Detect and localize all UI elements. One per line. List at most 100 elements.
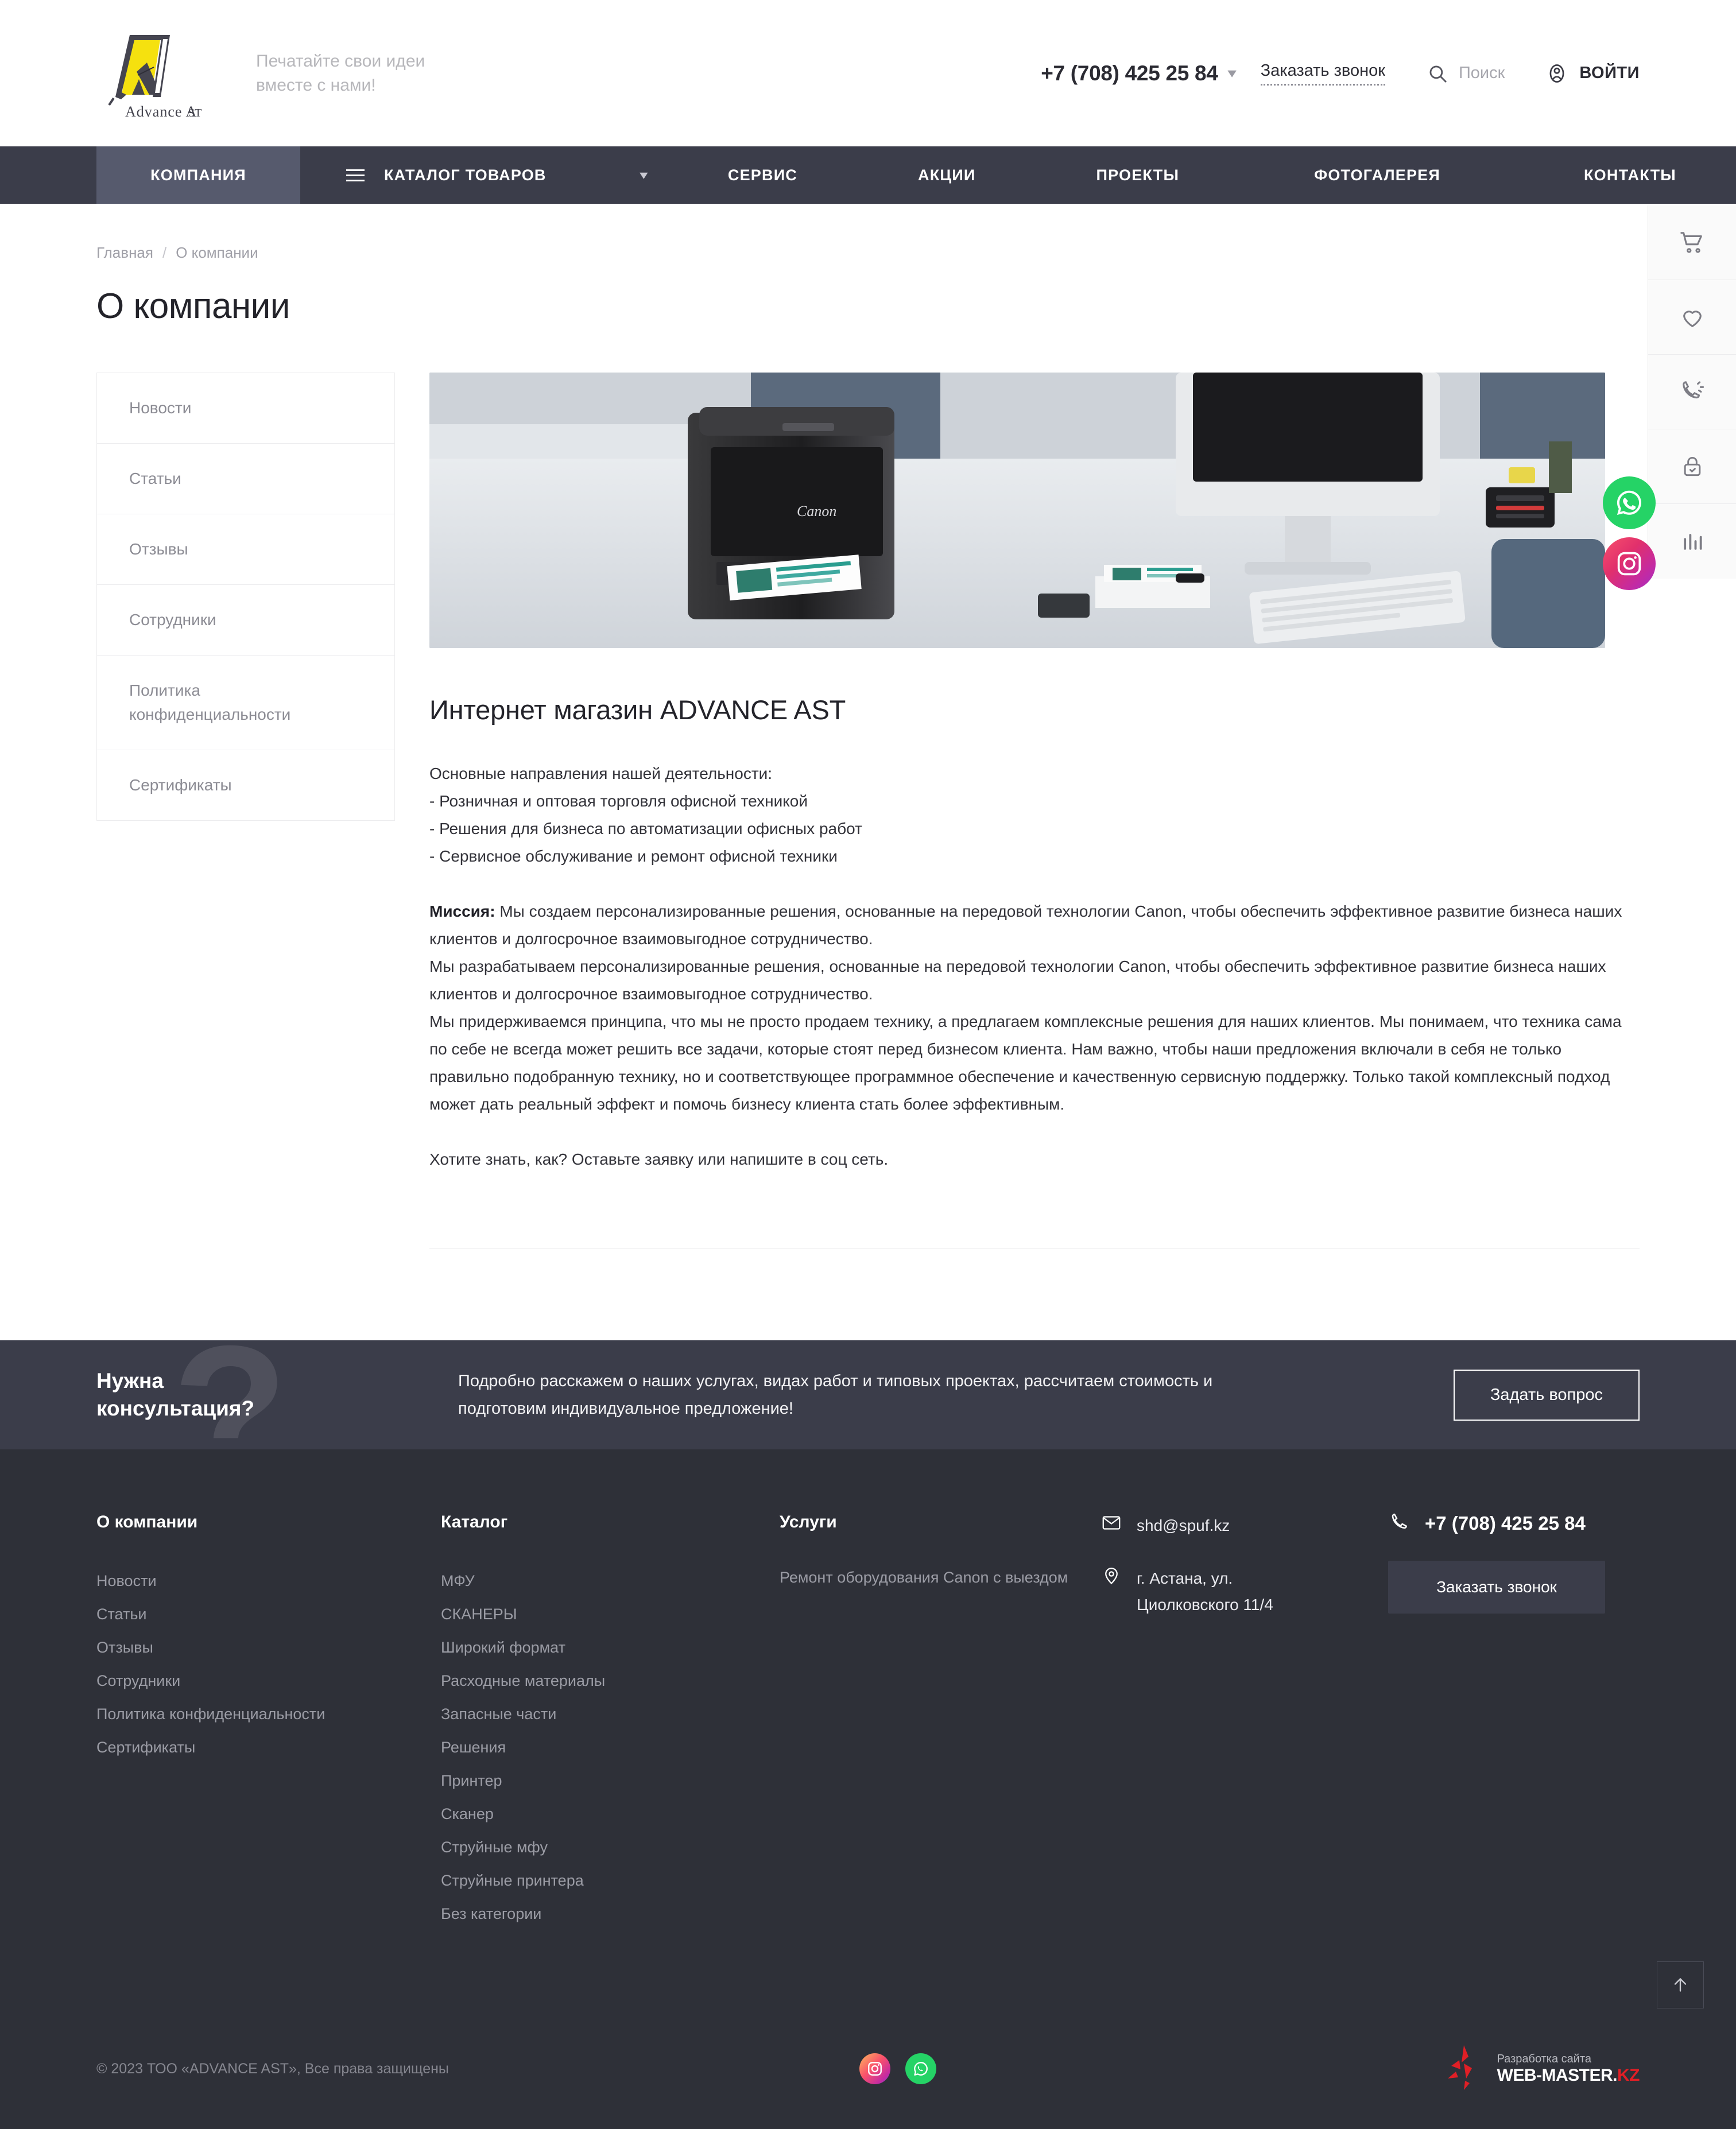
sidebar-item-certificates[interactable]: Сертификаты: [97, 750, 394, 821]
mail-icon: [1102, 1516, 1121, 1530]
search-button[interactable]: Поиск: [1428, 64, 1505, 83]
sidebar-item-articles[interactable]: Статьи: [97, 444, 394, 514]
phone-ring-icon: [1682, 381, 1704, 398]
copyright-text: © 2023 ТОО «ADVANCE AST», Все права защи…: [96, 2060, 449, 2077]
whatsapp-icon: [1617, 490, 1641, 515]
webmaster-subtitle: Разработка сайта: [1497, 2053, 1592, 2065]
compare-button[interactable]: [1648, 504, 1736, 579]
article-column: Canon Интернет магазин ADVANCE AST Основ…: [429, 373, 1640, 1248]
scroll-to-top-button[interactable]: [1657, 1961, 1704, 2008]
chevron-down-icon: ▾: [639, 168, 649, 182]
main-navigation: КОМПАНИЯ КАТАЛОГ ТОВАРОВ ▾ СЕРВИС АКЦИИ …: [0, 146, 1736, 204]
nav-item-company[interactable]: КОМПАНИЯ: [96, 146, 300, 204]
ask-question-button[interactable]: Задать вопрос: [1453, 1369, 1640, 1421]
webmaster-spark-icon: [1447, 2045, 1472, 2090]
footer-link-solutions[interactable]: Решения: [441, 1731, 780, 1764]
footer-link-scanner[interactable]: Сканер: [441, 1797, 780, 1831]
footer-callback-button[interactable]: Заказать звонок: [1388, 1561, 1605, 1614]
breadcrumb-home[interactable]: Главная: [96, 244, 153, 262]
instagram-float-button[interactable]: [1603, 537, 1656, 590]
webmaster-credit[interactable]: Разработка сайта WEB-MASTER.KZ: [1439, 2043, 1640, 2095]
instagram-icon: [867, 2062, 882, 2076]
cart-button[interactable]: [1648, 205, 1736, 280]
sidebar-item-employees[interactable]: Сотрудники: [97, 585, 394, 656]
side-toolbar: [1648, 205, 1736, 579]
webmaster-logo-text: WEB-MASTER.KZ: [1497, 2066, 1640, 2085]
footer-link-canon-repair[interactable]: Ремонт оборудования Canon с выездом: [780, 1569, 1068, 1586]
sidebar-item-privacy-policy[interactable]: Политика конфиденциальности: [97, 656, 394, 750]
search-label: Поиск: [1458, 64, 1505, 82]
footer-link-inkjet-printers[interactable]: Струйные принтера: [441, 1864, 780, 1897]
burger-menu-icon: [346, 166, 365, 185]
direction-item: - Решения для бизнеса по автоматизации о…: [429, 820, 862, 837]
nav-item-promotions[interactable]: АКЦИИ: [889, 146, 1005, 204]
footer-link-news[interactable]: Новости: [96, 1564, 441, 1597]
arrow-up-icon: [1674, 1978, 1687, 1992]
footer-link-inkjet-mfu[interactable]: Струйные мфу: [441, 1831, 780, 1864]
favorites-button[interactable]: [1648, 280, 1736, 355]
callback-button[interactable]: [1648, 355, 1736, 429]
footer-link-spare-parts[interactable]: Запасные части: [441, 1697, 780, 1731]
footer-columns: О компании Новости Статьи Отзывы Сотрудн…: [96, 1513, 1640, 1930]
footer-phone-row[interactable]: +7 (708) 425 25 84: [1388, 1513, 1640, 1534]
footer-column-phone: +7 (708) 425 25 84 Заказать звонок: [1388, 1513, 1640, 1930]
instagram-button[interactable]: [859, 2053, 890, 2084]
lock-check-icon: [1684, 456, 1700, 476]
footer-column-catalog: Каталог МФУ СКАНЕРЫ Широкий формат Расхо…: [441, 1513, 780, 1930]
site-footer: О компании Новости Статьи Отзывы Сотрудн…: [0, 1449, 1736, 2129]
footer-heading-catalog: Каталог: [441, 1513, 508, 1531]
footer-link-articles[interactable]: Статьи: [96, 1597, 441, 1631]
site-header: Advance A ST Печатайте свои идеи вместе …: [0, 0, 1736, 146]
nav-item-contacts[interactable]: КОНТАКТЫ: [1555, 146, 1705, 204]
svg-text:ST: ST: [188, 107, 202, 119]
footer-link-employees[interactable]: Сотрудники: [96, 1664, 441, 1697]
mission-text: Мы создаем персонализированные решения, …: [429, 902, 1622, 948]
whatsapp-button[interactable]: [905, 2053, 936, 2084]
logo[interactable]: Advance A ST: [96, 25, 211, 122]
footer-link-uncategorized[interactable]: Без категории: [441, 1897, 780, 1930]
user-icon: [1549, 64, 1564, 83]
footer-link-mfu[interactable]: МФУ: [441, 1564, 780, 1597]
bar-chart-icon: [1683, 534, 1702, 550]
content-wrapper: Главная / О компании О компании Новости …: [0, 204, 1736, 1340]
login-label: ВОЙТИ: [1579, 64, 1640, 82]
nav-item-service[interactable]: СЕРВИС: [699, 146, 826, 204]
sidebar-item-reviews[interactable]: Отзывы: [97, 514, 394, 585]
footer-email: shd@spuf.kz: [1137, 1517, 1230, 1534]
instagram-icon: [1617, 552, 1641, 576]
whatsapp-float-button[interactable]: [1603, 476, 1656, 529]
header-phone[interactable]: +7 (708) 425 25 84 ▾: [1041, 61, 1237, 86]
nav-item-photogallery[interactable]: ФОТОГАЛЕРЕЯ: [1285, 146, 1469, 204]
footer-link-scanners[interactable]: СКАНЕРЫ: [441, 1597, 780, 1631]
office-printer-photo: Canon: [429, 373, 1605, 648]
footer-address-row: г. Астана, ул. Циолковского 11/4: [1101, 1565, 1388, 1618]
location-pin-icon: [1105, 1568, 1118, 1585]
footer-link-printer[interactable]: Принтер: [441, 1764, 780, 1797]
callback-link[interactable]: Заказать звонок: [1260, 61, 1385, 86]
footer-heading-company: О компании: [96, 1513, 198, 1531]
footer-column-company: О компании Новости Статьи Отзывы Сотрудн…: [96, 1513, 441, 1930]
footer-link-consumables[interactable]: Расходные материалы: [441, 1664, 780, 1697]
footer-heading-services: Услуги: [780, 1513, 837, 1531]
footer-link-privacy[interactable]: Политика конфиденциальности: [96, 1697, 441, 1731]
footer-link-wide-format[interactable]: Широкий формат: [441, 1631, 780, 1664]
paragraph-3: Мы придерживаемся принципа, что мы не пр…: [429, 1013, 1622, 1113]
footer-link-certificates[interactable]: Сертификаты: [96, 1731, 441, 1764]
secure-button[interactable]: [1648, 429, 1736, 504]
intro-heading: Основные направления нашей деятельности:: [429, 765, 773, 782]
footer-email-row[interactable]: shd@spuf.kz: [1101, 1513, 1388, 1539]
sidebar-item-news[interactable]: Новости: [97, 373, 394, 444]
nav-item-projects[interactable]: ПРОЕКТЫ: [1068, 146, 1208, 204]
consultation-title: Нужна консультация?: [96, 1369, 255, 1420]
chevron-down-icon[interactable]: ▾: [1227, 66, 1237, 80]
footer-link-reviews[interactable]: Отзывы: [96, 1631, 441, 1664]
direction-item: - Сервисное обслуживание и ремонт офисно…: [429, 847, 838, 865]
breadcrumb: Главная / О компании: [96, 204, 1640, 262]
footer-bottom-bar: © 2023 ТОО «ADVANCE AST», Все права защи…: [96, 2011, 1640, 2129]
article-body: Основные направления нашей деятельности:…: [429, 760, 1640, 1173]
header-tagline: Печатайте свои идеи вместе с нами!: [256, 51, 425, 95]
webmaster-text-block: Разработка сайта WEB-MASTER.KZ: [1497, 2052, 1640, 2085]
login-button[interactable]: ВОЙТИ: [1546, 63, 1640, 84]
nav-item-catalog[interactable]: КАТАЛОГ ТОВАРОВ ▾: [300, 146, 665, 204]
